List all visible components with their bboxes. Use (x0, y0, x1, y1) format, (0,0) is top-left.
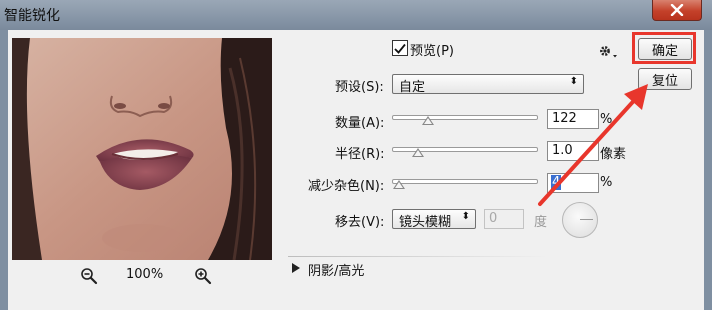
amount-slider[interactable] (392, 115, 538, 125)
amount-slider-thumb[interactable] (422, 116, 435, 125)
updown-arrow-icon: ⬍ (461, 211, 470, 222)
close-icon (670, 4, 684, 16)
preset-value: 自定 (399, 80, 426, 95)
amount-label: 数量(A): (335, 116, 385, 131)
noise-label: 减少杂色(N): (308, 179, 385, 194)
checkmark-icon (394, 43, 406, 54)
radius-label: 半径(R): (335, 147, 385, 162)
ok-button-highlight (632, 32, 696, 64)
remove-value: 镜头模糊 (399, 215, 452, 230)
title-bar: 智能锐化 (0, 0, 712, 30)
red-arrow-annotation (538, 84, 648, 206)
window-title: 智能锐化 (4, 8, 60, 24)
smart-sharpen-dialog: 100% 预览(P) 预设(S): 自定 ⬍ 数量(A): 122 % 半径(R… (8, 30, 704, 310)
zoom-controls: 100% (78, 266, 218, 286)
window-frame-right (704, 30, 712, 310)
angle-dial-indicator (580, 219, 593, 220)
preview-checkbox[interactable] (392, 40, 408, 56)
radius-slider-thumb[interactable] (411, 148, 424, 157)
section-divider (288, 256, 548, 257)
remove-select[interactable]: 镜头模糊 ⬍ (392, 209, 476, 230)
close-button[interactable] (652, 0, 702, 21)
preview-image[interactable] (12, 38, 272, 260)
shadows-highlights-toggle[interactable]: 阴影/高光 (308, 260, 364, 279)
face-preview-photo (12, 38, 272, 260)
noise-slider[interactable] (392, 179, 538, 189)
noise-slider-thumb[interactable] (392, 180, 405, 189)
zoom-level: 100% (126, 267, 164, 282)
gear-icon[interactable] (598, 43, 618, 59)
preview-label: 预览(P) (410, 44, 454, 59)
window-frame-left (0, 30, 8, 310)
remove-label: 移去(V): (335, 215, 385, 230)
angle-unit: 度 (534, 215, 548, 230)
angle-value: 0 (489, 211, 498, 226)
angle-input[interactable]: 0 (484, 209, 524, 229)
triangle-right-icon[interactable] (292, 263, 301, 273)
preset-label: 预设(S): (335, 80, 384, 95)
zoom-out-icon[interactable] (80, 267, 98, 285)
radius-slider[interactable] (392, 147, 538, 157)
zoom-in-icon[interactable] (194, 267, 212, 285)
